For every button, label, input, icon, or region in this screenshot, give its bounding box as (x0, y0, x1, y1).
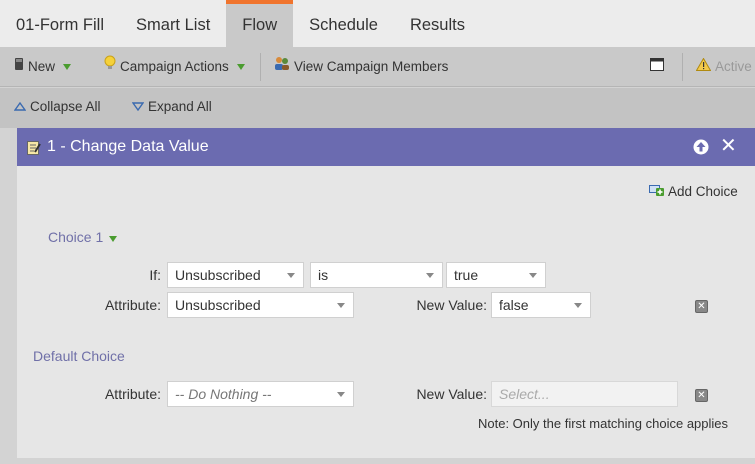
default-new-value-input[interactable]: Select... (491, 381, 678, 407)
chevron-down-icon (337, 303, 345, 308)
chevron-down-icon (236, 64, 245, 70)
edit-form-icon (27, 140, 41, 160)
if-field-select[interactable]: Unsubscribed (167, 262, 304, 288)
tab-form-fill[interactable]: 01-Form Fill (0, 0, 120, 47)
tab-smart-list[interactable]: Smart List (120, 0, 226, 47)
chevron-down-icon (529, 273, 537, 278)
view-members-label: View Campaign Members (294, 59, 449, 74)
condition-value-select[interactable]: true (446, 262, 546, 288)
default-new-value-label: New Value: (416, 386, 487, 402)
new-value-value: false (499, 297, 529, 313)
people-icon (274, 47, 290, 87)
new-value-select[interactable]: false (491, 292, 591, 318)
chevron-down-icon (109, 236, 118, 242)
campaign-actions-button[interactable]: Campaign Actions (104, 47, 245, 87)
flow-step-header: 1 - Change Data Value ✕ (17, 128, 755, 166)
attribute-label: Attribute: (104, 297, 161, 313)
add-choice-button[interactable]: Add Choice (649, 183, 738, 200)
attribute-select[interactable]: Unsubscribed (167, 292, 354, 318)
add-choice-icon (649, 183, 665, 200)
delete-default-choice-icon[interactable]: ✕ (695, 389, 708, 402)
active-status[interactable]: Active (695, 47, 752, 87)
lightbulb-icon (104, 47, 116, 87)
operator-select[interactable]: is (310, 262, 443, 288)
collapse-all-label: Collapse All (30, 99, 101, 114)
campaign-tabs: 01-Form Fill Smart List Flow Schedule Re… (0, 0, 755, 47)
tab-schedule[interactable]: Schedule (293, 0, 394, 47)
new-value-label: New Value: (416, 297, 487, 313)
triangle-down-icon (131, 88, 145, 126)
toolbar-divider (260, 53, 261, 81)
close-icon[interactable]: ✕ (720, 135, 737, 157)
window-button[interactable] (650, 47, 664, 87)
triangle-up-icon (13, 88, 27, 126)
chevron-down-icon (287, 273, 295, 278)
chevron-down-icon (63, 64, 72, 70)
warning-icon (695, 47, 712, 87)
choice-1-label: Choice 1 (48, 229, 104, 245)
campaign-actions-label: Campaign Actions (120, 59, 229, 74)
attribute-value: Unsubscribed (175, 297, 261, 313)
collapse-all-button[interactable]: Collapse All (13, 88, 101, 126)
toolbar-divider (682, 53, 683, 81)
new-label: New (28, 59, 56, 74)
default-attribute-select[interactable]: -- Do Nothing -- (167, 381, 354, 407)
expand-all-button[interactable]: Expand All (131, 88, 212, 126)
note-text: Note: Only the first matching choice app… (478, 416, 729, 431)
window-icon (650, 47, 664, 87)
active-label: Active (715, 59, 752, 74)
chevron-down-icon (426, 273, 434, 278)
expand-all-label: Expand All (148, 99, 212, 114)
operator-value: is (318, 267, 329, 283)
new-icon (14, 47, 24, 87)
flow-step-title: 1 - Change Data Value (47, 138, 209, 155)
delete-choice-icon[interactable]: ✕ (695, 300, 708, 313)
tab-flow[interactable]: Flow (226, 0, 294, 47)
move-up-icon[interactable] (693, 139, 709, 160)
new-button[interactable]: New (14, 47, 72, 87)
default-attribute-label: Attribute: (104, 386, 161, 402)
view-campaign-members-button[interactable]: View Campaign Members (274, 47, 448, 87)
choice-1-toggle[interactable]: Choice 1 (48, 229, 118, 245)
condition-value: true (454, 267, 479, 283)
if-field-value: Unsubscribed (175, 267, 261, 283)
chevron-down-icon (574, 303, 582, 308)
default-attribute-value: -- Do Nothing -- (175, 386, 272, 402)
default-choice-label: Default Choice (33, 348, 125, 364)
tab-results[interactable]: Results (394, 0, 481, 47)
collapse-bar: Collapse All Expand All (0, 88, 755, 128)
toolbar: New Campaign Actions View Campaign Membe… (0, 47, 755, 87)
if-label: If: (149, 267, 161, 283)
add-choice-label: Add Choice (668, 184, 738, 199)
flow-step-panel: 1 - Change Data Value ✕ Add Choice Choic… (17, 128, 755, 458)
chevron-down-icon (337, 392, 345, 397)
